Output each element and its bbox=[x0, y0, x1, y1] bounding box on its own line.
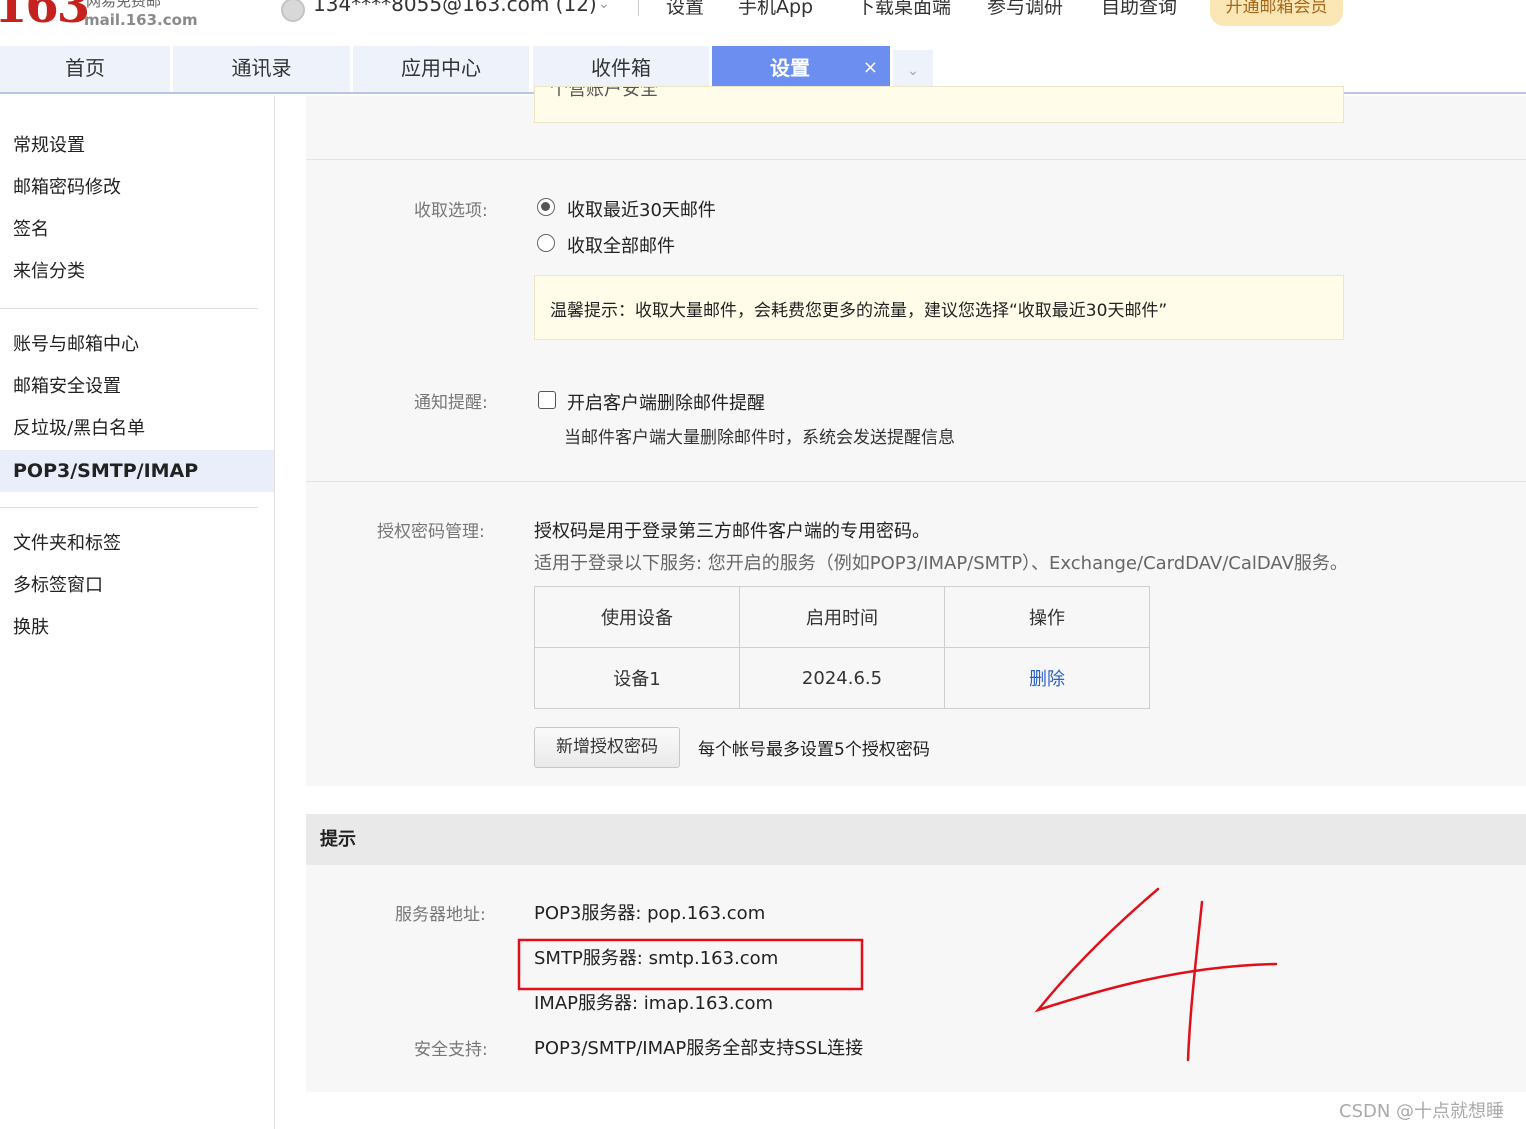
imap-server: IMAP服务器: imap.163.com bbox=[534, 993, 774, 1014]
sidebar: 常规设置 邮箱密码修改 签名 来信分类 账号与邮箱中心 邮箱安全设置 反垃圾/黑… bbox=[0, 96, 275, 1129]
sidebar-item-general[interactable]: 常规设置 bbox=[0, 125, 274, 167]
account-tip-box: 个营账户安全 bbox=[534, 86, 1344, 123]
tab-contacts[interactable]: 通讯录 bbox=[173, 46, 350, 92]
security-support-label: 安全支持: bbox=[414, 1040, 488, 1060]
logo-text: 网易免费邮 bbox=[86, 0, 162, 10]
auth-code-limit-note: 每个帐号最多设置5个授权密码 bbox=[698, 740, 930, 760]
logo-number[interactable]: 163 bbox=[0, 0, 90, 34]
sidebar-item-security[interactable]: 邮箱安全设置 bbox=[0, 366, 274, 408]
delete-reminder-label[interactable]: 开启客户端删除邮件提醒 bbox=[567, 389, 765, 415]
auth-code-table: 使用设备 启用时间 操作 设备1 2024.6.5 删除 bbox=[534, 586, 1150, 709]
column-header-device: 使用设备 bbox=[534, 586, 740, 648]
receive-30-days-radio[interactable] bbox=[537, 198, 555, 216]
column-header-time: 启用时间 bbox=[739, 586, 945, 648]
divider bbox=[306, 481, 1526, 482]
close-icon[interactable]: × bbox=[863, 46, 878, 90]
survey-link[interactable]: 参与调研 bbox=[987, 0, 1063, 19]
delete-link[interactable]: 删除 bbox=[1029, 669, 1065, 690]
table-row: 设备1 2024.6.5 删除 bbox=[534, 647, 1150, 709]
hint-panel bbox=[306, 865, 1526, 1092]
receive-tip-text: 温馨提示：收取大量邮件，会耗费您更多的流量，建议您选择“收取最近30天邮件” bbox=[550, 301, 1168, 321]
action-cell: 删除 bbox=[944, 647, 1150, 709]
notify-label: 通知提醒: bbox=[414, 393, 488, 413]
auth-code-scope: 适用于登录以下服务: 您开启的服务（例如POP3/IMAP/SMTP）、Exch… bbox=[534, 553, 1348, 574]
sidebar-item-signature[interactable]: 签名 bbox=[0, 209, 274, 251]
logo-domain: mail.163.com bbox=[84, 11, 198, 29]
account-tip-text: 个营账户安全 bbox=[550, 86, 658, 100]
auth-code-intro: 授权码是用于登录第三方邮件客户端的专用密码。 bbox=[534, 521, 930, 542]
receive-all-radio[interactable] bbox=[537, 234, 555, 252]
sidebar-item-multi-tab[interactable]: 多标签窗口 bbox=[0, 565, 274, 607]
sidebar-item-folders-labels[interactable]: 文件夹和标签 bbox=[0, 523, 274, 565]
divider bbox=[0, 308, 258, 309]
auth-code-label: 授权密码管理: bbox=[377, 522, 485, 542]
delete-reminder-checkbox[interactable] bbox=[538, 391, 556, 409]
settings-link[interactable]: 设置 bbox=[666, 0, 704, 19]
mobile-app-link[interactable]: 手机App bbox=[738, 0, 813, 19]
server-address-label: 服务器地址: bbox=[395, 905, 486, 925]
receive-30-days-label[interactable]: 收取最近30天邮件 bbox=[567, 196, 716, 222]
tab-home[interactable]: 首页 bbox=[0, 46, 170, 92]
sidebar-item-account-center[interactable]: 账号与邮箱中心 bbox=[0, 324, 274, 366]
sidebar-item-skin[interactable]: 换肤 bbox=[0, 607, 274, 649]
tab-app-center[interactable]: 应用中心 bbox=[353, 46, 529, 92]
divider bbox=[306, 159, 1526, 160]
hint-section-header: 提示 bbox=[306, 814, 1526, 865]
user-email[interactable]: 134****8055@163.com (12) bbox=[313, 0, 597, 16]
delete-reminder-description: 当邮件客户端大量删除邮件时，系统会发送提醒信息 bbox=[564, 428, 955, 448]
desktop-download-link[interactable]: 下载桌面端 bbox=[856, 0, 951, 19]
sidebar-item-antispam[interactable]: 反垃圾/黑白名单 bbox=[0, 408, 274, 450]
add-auth-code-button[interactable]: 新增授权密码 bbox=[534, 727, 680, 768]
watermark: CSDN @十点就想睡 bbox=[1339, 1101, 1505, 1122]
receive-tip-box: 温馨提示：收取大量邮件，会耗费您更多的流量，建议您选择“收取最近30天邮件” bbox=[534, 275, 1344, 340]
time-cell: 2024.6.5 bbox=[739, 647, 945, 709]
chevron-down-icon[interactable]: ⌄ bbox=[598, 0, 610, 12]
table-header-row: 使用设备 启用时间 操作 bbox=[534, 586, 1150, 648]
top-header: 163 网易免费邮 mail.163.com 134****8055@163.c… bbox=[0, 0, 1526, 46]
column-header-action: 操作 bbox=[944, 586, 1150, 648]
tab-settings-label: 设置 bbox=[770, 56, 810, 80]
receive-options-label: 收取选项: bbox=[414, 201, 488, 221]
smtp-server: SMTP服务器: smtp.163.com bbox=[534, 948, 779, 969]
vip-button[interactable]: 开通邮箱会员 bbox=[1210, 0, 1343, 26]
sidebar-item-pop3-smtp-imap[interactable]: POP3/SMTP/IMAP bbox=[0, 450, 274, 492]
avatar[interactable] bbox=[281, 0, 305, 22]
divider bbox=[0, 507, 258, 508]
sidebar-item-password[interactable]: 邮箱密码修改 bbox=[0, 167, 274, 209]
device-cell: 设备1 bbox=[534, 647, 740, 709]
security-support-value: POP3/SMTP/IMAP服务全部支持SSL连接 bbox=[534, 1038, 864, 1059]
receive-all-label[interactable]: 收取全部邮件 bbox=[567, 232, 675, 258]
divider bbox=[638, 0, 639, 16]
pop3-server: POP3服务器: pop.163.com bbox=[534, 903, 766, 924]
self-service-link[interactable]: 自助查询 bbox=[1101, 0, 1177, 19]
sidebar-item-mail-filter[interactable]: 来信分类 bbox=[0, 251, 274, 293]
